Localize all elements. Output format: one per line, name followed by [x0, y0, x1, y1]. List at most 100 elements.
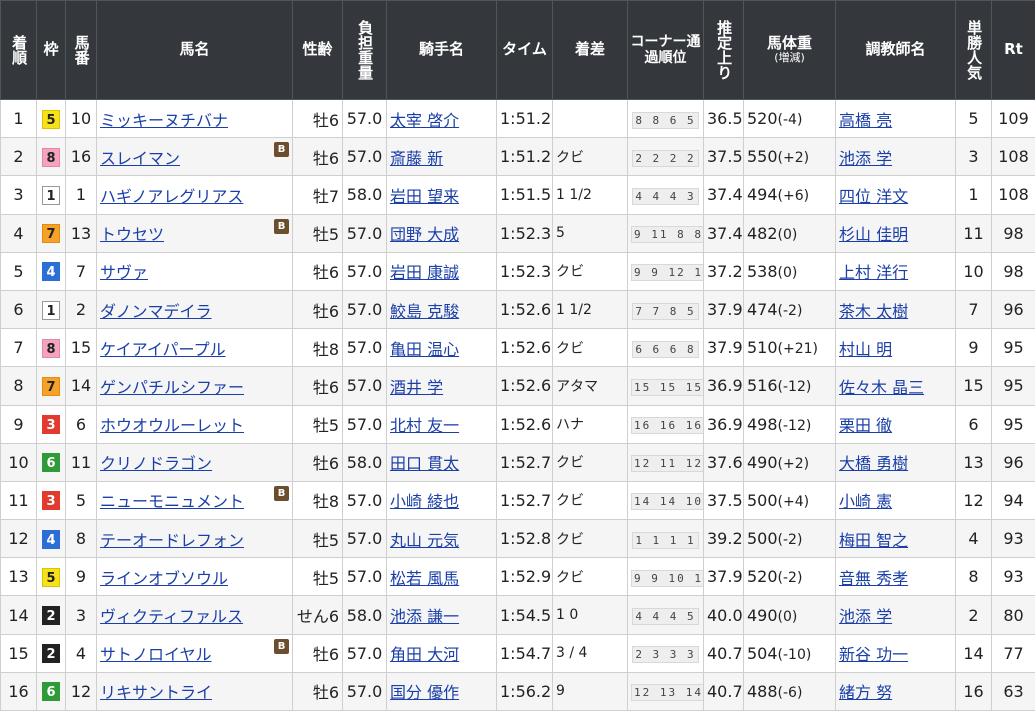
trainer-link[interactable]: 池添 学 [839, 149, 892, 168]
rank-cell: 4 [0, 213, 37, 253]
trainer-link[interactable]: 小崎 憲 [839, 492, 892, 511]
horse-name-link[interactable]: ゲンパチルシファー [100, 378, 244, 397]
agari-cell: 37.5 [703, 137, 744, 177]
jockey-link[interactable]: 亀田 温心 [390, 340, 459, 359]
trainer-link[interactable]: 新谷 功一 [839, 645, 908, 664]
header-trainer[interactable]: 調教師名 [835, 0, 956, 100]
horse-name-link[interactable]: ヴィクティファルス [100, 607, 243, 626]
jockey-link[interactable]: 団野 大成 [390, 225, 459, 244]
time-cell: 1:51.2 [496, 137, 553, 177]
trainer-link[interactable]: 佐々木 晶三 [839, 378, 924, 397]
header-rt[interactable]: Rt [991, 0, 1035, 100]
header-popularity[interactable]: 単勝人気 [955, 0, 992, 100]
trainer-link[interactable]: 池添 学 [839, 607, 892, 626]
trainer-cell: 高橋 亮 [835, 98, 956, 139]
trainer-link[interactable]: 上村 洋行 [839, 263, 908, 282]
corner-cell: 12 13 14 16 [627, 671, 704, 712]
header-waku[interactable]: 枠 [36, 0, 66, 100]
margin-cell: 1 0 [552, 595, 628, 635]
jockey-link[interactable]: 岩田 望来 [390, 187, 459, 206]
body-weight-diff: (+4) [777, 493, 810, 510]
trainer-link[interactable]: 杉山 佳明 [839, 225, 908, 244]
header-jockey[interactable]: 騎手名 [386, 0, 497, 100]
trainer-link[interactable]: 四位 洋文 [839, 187, 908, 206]
jockey-link[interactable]: 国分 優作 [390, 683, 459, 702]
header-margin[interactable]: 着差 [552, 0, 628, 100]
horse-name-link[interactable]: ケイアイパープル [100, 340, 226, 359]
body-weight-value: 474 [747, 300, 778, 320]
jockey-link[interactable]: 太宰 啓介 [390, 111, 459, 130]
trainer-link[interactable]: 村山 明 [839, 340, 892, 359]
trainer-link[interactable]: 音無 秀孝 [839, 569, 908, 588]
horse-name-link[interactable]: テーオードレフォン [100, 531, 244, 550]
weight-carried-cell: 57.0 [342, 557, 387, 597]
sex-age-cell: 牡6 [292, 366, 343, 406]
horse-name-link[interactable]: ラインオブソウル [100, 569, 228, 588]
trainer-link[interactable]: 茶木 太樹 [839, 302, 908, 321]
sex-age-cell: 牡5 [292, 404, 343, 444]
time-cell: 1:51.5 [496, 175, 553, 215]
horse-name-cell: テーオードレフォン [96, 519, 293, 559]
horse-name-link[interactable]: ダノンマデイラ [100, 302, 212, 321]
jockey-link[interactable]: 池添 謙一 [390, 607, 459, 626]
horse-name-link[interactable]: ハギノアレグリアス [100, 187, 243, 206]
horse-name-link[interactable]: サトノロイヤル [100, 645, 212, 664]
table-row: 10 6 11 クリノドラゴン 牡6 58.0 田口 貫太 1:52.7 クビ 12 11 12 … [0, 442, 1035, 482]
body-weight-cell: 500(+4) [743, 480, 836, 521]
rank-cell: 2 [0, 137, 37, 177]
trainer-cell: 佐々木 晶三 [835, 366, 956, 406]
waku-cell: 2 [36, 633, 66, 673]
corner-cell: 8 8 6 5 [627, 98, 704, 139]
popularity-cell: 16 [955, 671, 992, 712]
horse-name-link[interactable]: クリノドラゴン [100, 454, 212, 473]
body-weight-diff: (0) [777, 264, 798, 281]
rt-cell: 96 [991, 442, 1035, 482]
header-corner[interactable]: コーナー通過順位 [627, 0, 704, 100]
body-weight-diff: (-2) [777, 303, 803, 320]
umaban-cell: 13 [65, 213, 97, 253]
header-umaban[interactable]: 馬番 [65, 0, 97, 100]
trainer-link[interactable]: 高橋 亮 [839, 111, 892, 130]
waku-cell: 4 [36, 519, 66, 559]
jockey-link[interactable]: 丸山 元気 [390, 531, 459, 550]
waku-badge: 2 [42, 606, 60, 626]
jockey-link[interactable]: 酒井 学 [390, 378, 443, 397]
header-agari[interactable]: 推定上り [703, 0, 744, 100]
jockey-link[interactable]: 岩田 康誠 [390, 263, 459, 282]
header-time[interactable]: タイム [496, 0, 553, 100]
header-rank[interactable]: 着順 [0, 0, 37, 100]
horse-name-link[interactable]: トウセツ [100, 225, 164, 244]
header-sex-age[interactable]: 性齢 [292, 0, 343, 100]
trainer-link[interactable]: 緒方 努 [839, 683, 892, 702]
trainer-link[interactable]: 大橋 勇樹 [839, 454, 908, 473]
corner-positions: 4 4 4 5 [632, 608, 699, 626]
jockey-link[interactable]: 北村 友一 [390, 416, 459, 435]
waku-badge: 3 [42, 415, 60, 435]
header-horse-name[interactable]: 馬名 [96, 0, 293, 100]
trainer-link[interactable]: 梅田 智之 [839, 531, 908, 550]
horse-name-link[interactable]: スレイマン [100, 149, 180, 168]
margin-cell: 1 1/2 [552, 175, 628, 215]
header-weight-carried[interactable]: 負担重量 [342, 0, 387, 100]
jockey-link[interactable]: 松若 風馬 [390, 569, 459, 588]
waku-cell: 1 [36, 289, 66, 330]
header-body-weight[interactable]: 馬体重 (増減) [743, 0, 836, 100]
jockey-link[interactable]: 田口 貫太 [390, 454, 459, 473]
horse-name-link[interactable]: リキサントライ [100, 683, 212, 702]
horse-name-link[interactable]: ホウオウルーレット [100, 416, 244, 435]
jockey-link[interactable]: 斎藤 新 [390, 149, 443, 168]
corner-positions: 6 6 6 8 [632, 340, 699, 358]
trainer-link[interactable]: 栗田 徹 [839, 416, 892, 435]
popularity-cell: 11 [955, 213, 992, 253]
horse-name-link[interactable]: ニューモニュメント [100, 492, 244, 511]
jockey-link[interactable]: 角田 大河 [390, 645, 459, 664]
race-result-table: 着順 枠 馬番 馬名 性齢 負担重量 騎手名 タイム 着差 コーナー通過順位 推… [0, 0, 1035, 712]
margin-cell: アタマ [552, 366, 628, 406]
jockey-link[interactable]: 鮫島 克駿 [390, 302, 459, 321]
horse-name-link[interactable]: サヴァ [100, 263, 148, 282]
horse-name-link[interactable]: ミッキーヌチバナ [100, 111, 228, 130]
time-cell: 1:56.2 [496, 671, 553, 712]
jockey-link[interactable]: 小崎 綾也 [390, 492, 459, 511]
corner-positions: 8 8 6 5 [632, 111, 699, 129]
weight-carried-cell: 57.0 [342, 328, 387, 368]
